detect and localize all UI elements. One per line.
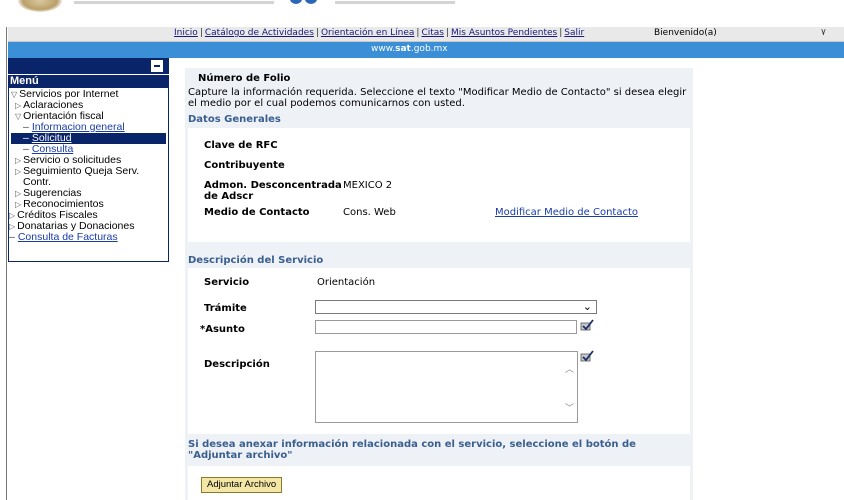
datos-generales-box: Clave de RFC Contribuyente Admon. Descon…	[188, 128, 690, 242]
descripcion-servicio-title: Descripción del Servicio	[188, 255, 324, 266]
collapsed-triangle-icon: ▷	[15, 156, 22, 165]
site-banner: www.sat.gob.mx	[8, 42, 844, 58]
admon-label: Admon. Desconcentrada de Adscr	[204, 180, 342, 202]
descripcion-label: Descripción	[204, 359, 270, 370]
welcome-text: Bienvenido(a)	[654, 28, 717, 38]
spellcheck-icon[interactable]	[580, 319, 594, 331]
collapsed-triangle-icon: ▷	[15, 167, 22, 176]
descripcion-servicio-box: Servicio Orientación Trámite ⌄ *Asunto D…	[188, 268, 690, 434]
tramite-label: Trámite	[204, 303, 247, 314]
top-navbar: Inicio | Catálogo de Actividades | Orientaci…	[8, 27, 844, 42]
nav-link-salir[interactable]: Salir	[564, 28, 584, 38]
tramite-select[interactable]: ⌄	[315, 300, 597, 314]
expanded-triangle-icon: ▽	[11, 90, 18, 99]
nav-link-inicio[interactable]: Inicio	[174, 28, 198, 38]
instructions-text: Capture la información requerida. Selecc…	[188, 87, 687, 109]
sidebar: Menú ▽ Servicios por Internet ▷ Aclaracion…	[8, 58, 169, 262]
collapse-menu-icon[interactable]	[151, 60, 163, 72]
menu-tree: ▽ Servicios por Internet ▷ Aclaraciones ▽ O…	[8, 88, 169, 262]
asunto-input[interactable]	[315, 320, 577, 334]
attach-note: Si desea anexar información relacionada …	[188, 439, 636, 461]
datos-generales-title: Datos Generales	[188, 114, 281, 125]
admon-value: MEXICO 2	[343, 180, 393, 191]
site-url: www.sat.gob.mx	[371, 44, 448, 54]
collapsed-triangle-icon: ▷	[15, 101, 22, 110]
sat-logo-icon	[290, 0, 324, 4]
descripcion-textarea[interactable]: ︿ ﹀	[315, 351, 578, 423]
menu-title: Menú	[8, 75, 169, 88]
medio-contacto-value: Cons. Web	[343, 207, 396, 218]
contribuyente-label: Contribuyente	[204, 160, 285, 171]
expanded-triangle-icon: ▽	[15, 112, 22, 121]
scroll-down-icon[interactable]: ﹀	[565, 401, 574, 414]
header-text-fragment-2	[335, 1, 455, 4]
header-text-fragment	[74, 1, 274, 4]
sidebar-item-consulta-facturas[interactable]: – Consulta de Facturas	[9, 232, 118, 243]
collapsed-triangle-icon: ▷	[9, 222, 16, 231]
spellcheck-icon[interactable]	[580, 350, 594, 362]
collapsed-triangle-icon: ▷	[15, 189, 22, 198]
chevron-down-icon: ⌄	[582, 300, 592, 313]
collapsed-triangle-icon: ▷	[15, 200, 22, 209]
sidebar-header	[8, 58, 169, 74]
left-divider	[6, 27, 7, 500]
main-panel: Número de Folio Capture la información r…	[185, 68, 693, 500]
nav-links: Inicio | Catálogo de Actividades | Orientaci…	[174, 28, 585, 38]
modificar-medio-link[interactable]: Modificar Medio de Contacto	[495, 207, 638, 218]
nav-link-orientacion[interactable]: Orientación en Línea	[321, 28, 414, 38]
asunto-label: *Asunto	[200, 324, 245, 335]
folio-label: Número de Folio	[198, 73, 291, 84]
government-seal-icon	[18, 0, 62, 12]
collapsed-triangle-icon: ▷	[9, 211, 16, 220]
nav-link-citas[interactable]: Citas	[421, 28, 444, 38]
header-logos	[0, 0, 844, 17]
medio-contacto-label: Medio de Contacto	[204, 207, 310, 218]
nav-link-catalogo[interactable]: Catálogo de Actividades	[205, 28, 314, 38]
welcome-suffix: ۷	[821, 28, 826, 38]
rfc-label: Clave de RFC	[204, 140, 278, 151]
scroll-up-icon[interactable]: ︿	[565, 362, 574, 375]
servicio-label: Servicio	[204, 277, 250, 288]
servicio-value: Orientación	[317, 277, 376, 288]
adjuntar-archivo-button[interactable]: Adjuntar Archivo	[201, 477, 283, 493]
nav-link-asuntos[interactable]: Mis Asuntos Pendientes	[451, 28, 557, 38]
